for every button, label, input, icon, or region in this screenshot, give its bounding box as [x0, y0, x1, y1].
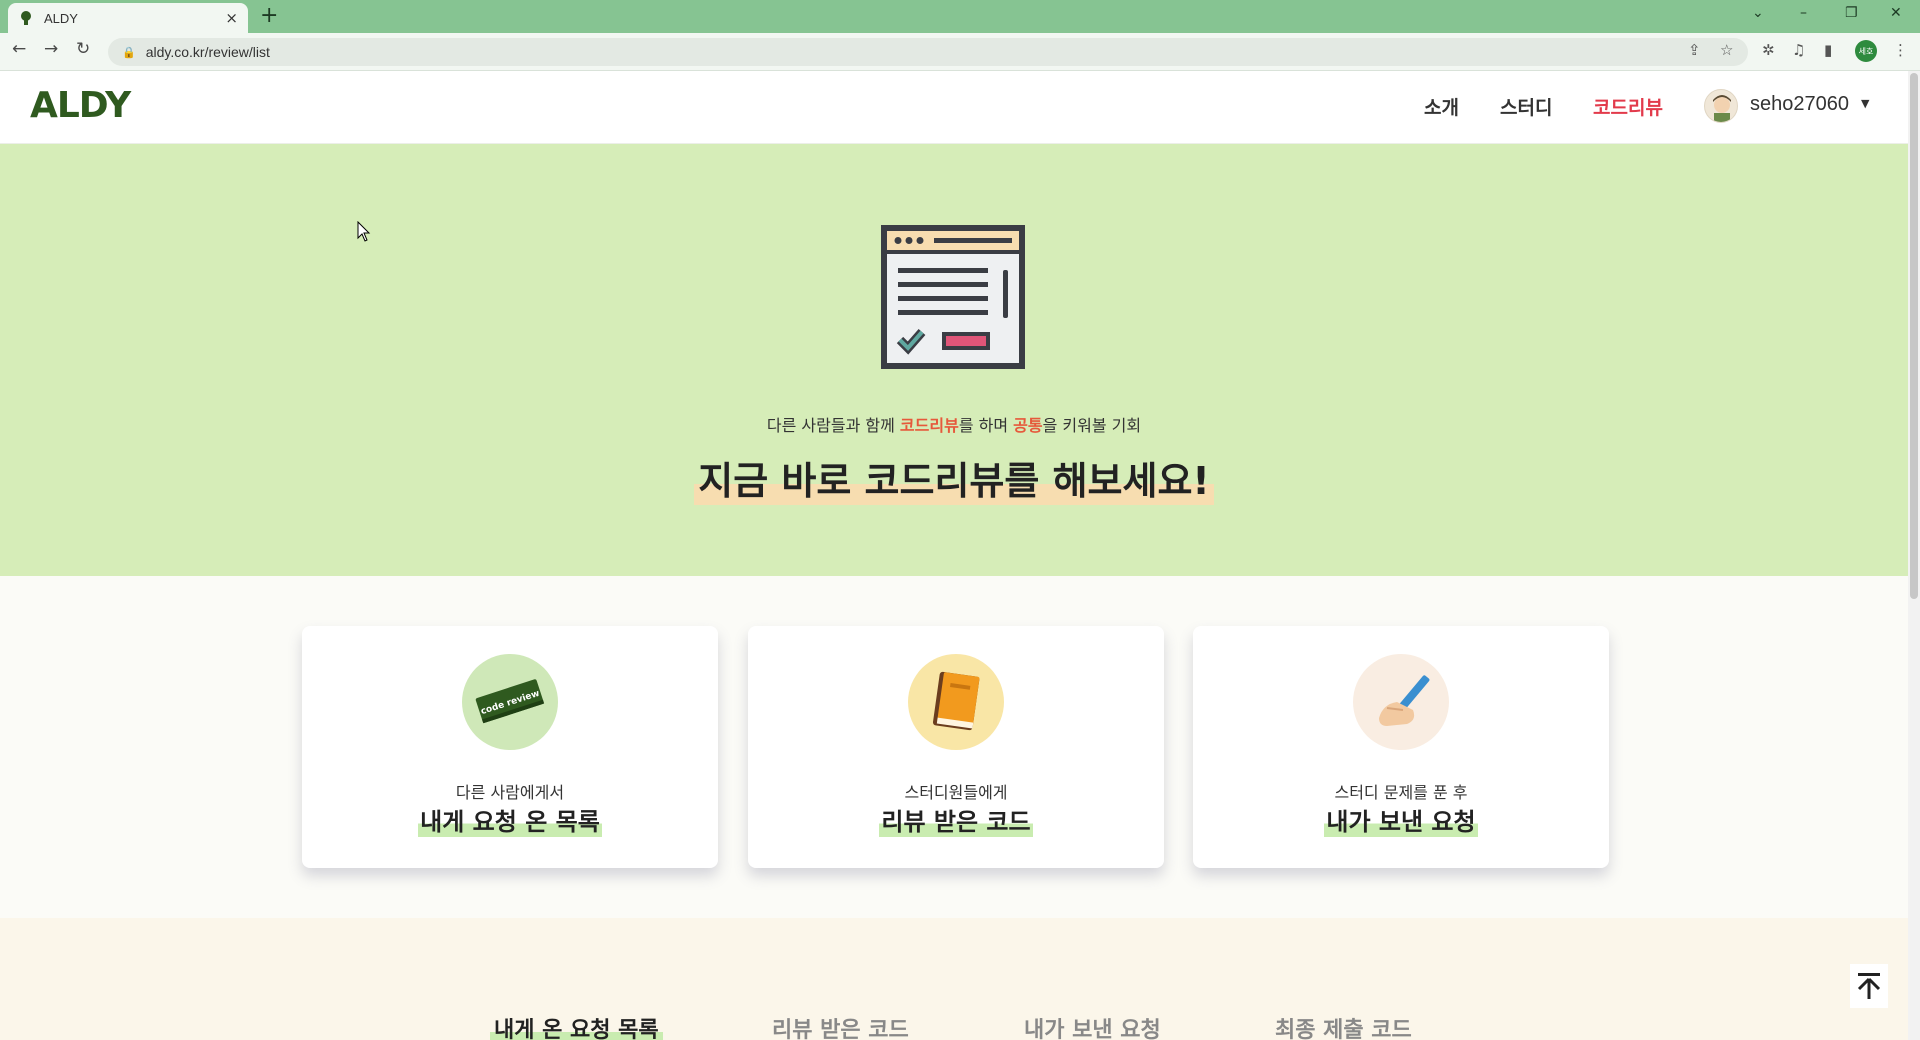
card-title-wrapper: 내가 보낸 요청 [1193, 802, 1609, 837]
site-header: ALDY 소개 스터디 코드리뷰 seho27060 ▼ [0, 71, 1908, 144]
forward-icon[interactable]: → [44, 39, 58, 59]
share-icon[interactable]: ⇪ [1688, 41, 1701, 59]
nav-link-about[interactable]: 소개 [1424, 93, 1459, 120]
hero-subtitle-part: 를 하며 [958, 416, 1014, 435]
nav-link-code-review[interactable]: 코드리뷰 [1593, 93, 1663, 120]
bookmark-star-icon[interactable]: ☆ [1720, 41, 1733, 59]
hero-title-wrapper: 지금 바로 코드리뷰를 해보세요! [0, 450, 1908, 505]
menu-kebab-icon[interactable]: ⋮ [1893, 41, 1908, 59]
tab-received-requests[interactable]: 내게 온 요청 목록 [490, 1012, 663, 1040]
user-avatar[interactable] [1704, 89, 1738, 123]
card-title: 내게 요청 온 목록 [418, 802, 602, 837]
tab-title: ALDY [44, 10, 78, 26]
browser-tab-bar: ALDY × + ⌄ – ❐ ✕ [0, 0, 1920, 33]
book-icon [908, 654, 1004, 750]
hero-subtitle-highlight-code-review: 코드리뷰 [899, 416, 959, 435]
extensions-icon[interactable]: ✲ [1762, 41, 1775, 59]
scroll-to-top-button[interactable] [1850, 964, 1888, 1008]
browser-toolbar: ← → ↻ 🔒 aldy.co.kr/review/list ⇪ ☆ ✲ ♫ ▮… [0, 33, 1920, 71]
hero-subtitle-highlight-common: 공통 [1013, 416, 1043, 435]
card-received-requests[interactable]: code review 다른 사람에게서 내게 요청 온 목록 [302, 626, 718, 868]
tab-reviewed-code[interactable]: 리뷰 받은 코드 [772, 1012, 909, 1040]
back-icon[interactable]: ← [12, 39, 26, 59]
hero-subtitle-part: 을 키워볼 기회 [1042, 416, 1142, 435]
browser-tab[interactable]: ALDY × [8, 3, 248, 33]
tab-search-icon[interactable]: ⌄ [1752, 5, 1764, 21]
restore-button[interactable]: ❐ [1845, 5, 1858, 21]
profile-avatar[interactable]: 세호 [1855, 40, 1877, 62]
card-subtitle: 다른 사람에게서 [455, 783, 565, 802]
hero-title: 지금 바로 코드리뷰를 해보세요! [694, 450, 1214, 505]
card-sent-requests[interactable]: 스터디 문제를 푼 후 내가 보낸 요청 [1193, 626, 1609, 868]
aldy-favicon-icon [21, 11, 31, 25]
card-title-wrapper: 리뷰 받은 코드 [748, 802, 1164, 837]
card-title: 리뷰 받은 코드 [879, 802, 1033, 837]
user-dropdown-caret-icon[interactable]: ▼ [1861, 97, 1869, 110]
tab-final-submission[interactable]: 최종 제출 코드 [1275, 1012, 1412, 1040]
new-tab-button[interactable]: + [260, 4, 278, 28]
side-panel-icon[interactable]: ▮ [1824, 41, 1832, 59]
card-title-wrapper: 내게 요청 온 목록 [302, 802, 718, 837]
hero-banner: 다른 사람들과 함께 코드리뷰를 하며 공통을 키워볼 기회 지금 바로 코드리… [0, 144, 1908, 576]
writing-hand-icon [1353, 654, 1449, 750]
site-logo[interactable]: ALDY [30, 85, 131, 126]
review-document-icon [881, 225, 1025, 369]
card-subtitle: 스터디원들에게 [904, 783, 1008, 802]
card-reviewed-code[interactable]: 스터디원들에게 리뷰 받은 코드 [748, 626, 1164, 868]
minimize-button[interactable]: – [1800, 5, 1807, 21]
hero-subtitle-part: 다른 사람들과 함께 [766, 416, 900, 435]
reload-icon[interactable]: ↻ [76, 39, 90, 59]
review-list-section: 내게 온 요청 목록 리뷰 받은 코드 내가 보낸 요청 최종 제출 코드 [0, 918, 1908, 1040]
user-avatar-icon [1713, 95, 1731, 122]
hero-subtitle: 다른 사람들과 함께 코드리뷰를 하며 공통을 키워볼 기회 [0, 412, 1908, 436]
close-window-button[interactable]: ✕ [1890, 5, 1902, 21]
username[interactable]: seho27060 [1750, 93, 1849, 116]
address-bar[interactable]: 🔒 aldy.co.kr/review/list [108, 38, 1748, 66]
mouse-cursor-icon [357, 221, 371, 242]
card-title: 내가 보낸 요청 [1324, 802, 1478, 837]
nav-link-study[interactable]: 스터디 [1500, 93, 1552, 120]
tab-sent-requests[interactable]: 내가 보낸 요청 [1024, 1012, 1161, 1040]
page-scrollbar-thumb[interactable] [1910, 73, 1918, 599]
tab-close-button[interactable]: × [225, 9, 238, 27]
code-review-badge-icon: code review [462, 654, 558, 750]
lock-icon: 🔒 [122, 45, 136, 59]
arrow-up-icon [1857, 973, 1881, 999]
url-text: aldy.co.kr/review/list [145, 44, 270, 60]
media-icon[interactable]: ♫ [1792, 41, 1805, 59]
card-subtitle: 스터디 문제를 푼 후 [1334, 783, 1468, 802]
